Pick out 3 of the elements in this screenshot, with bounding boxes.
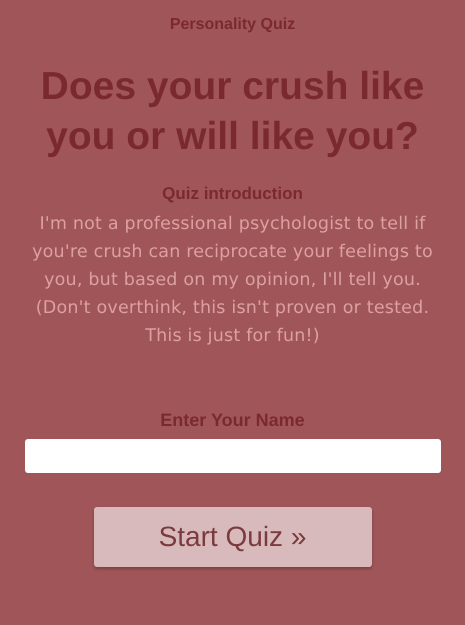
- name-input-field[interactable]: [24, 439, 440, 473]
- introduction-text: I'm not a professional psychologist to tell if you're crush can reciprocate your feelings to you, but based on my opinion, I'll tell you. (Don't overthink, this isn't proven or tested. This is just for fun!): [31, 213, 434, 348]
- start-quiz-button[interactable]: Start Quiz »: [94, 507, 372, 567]
